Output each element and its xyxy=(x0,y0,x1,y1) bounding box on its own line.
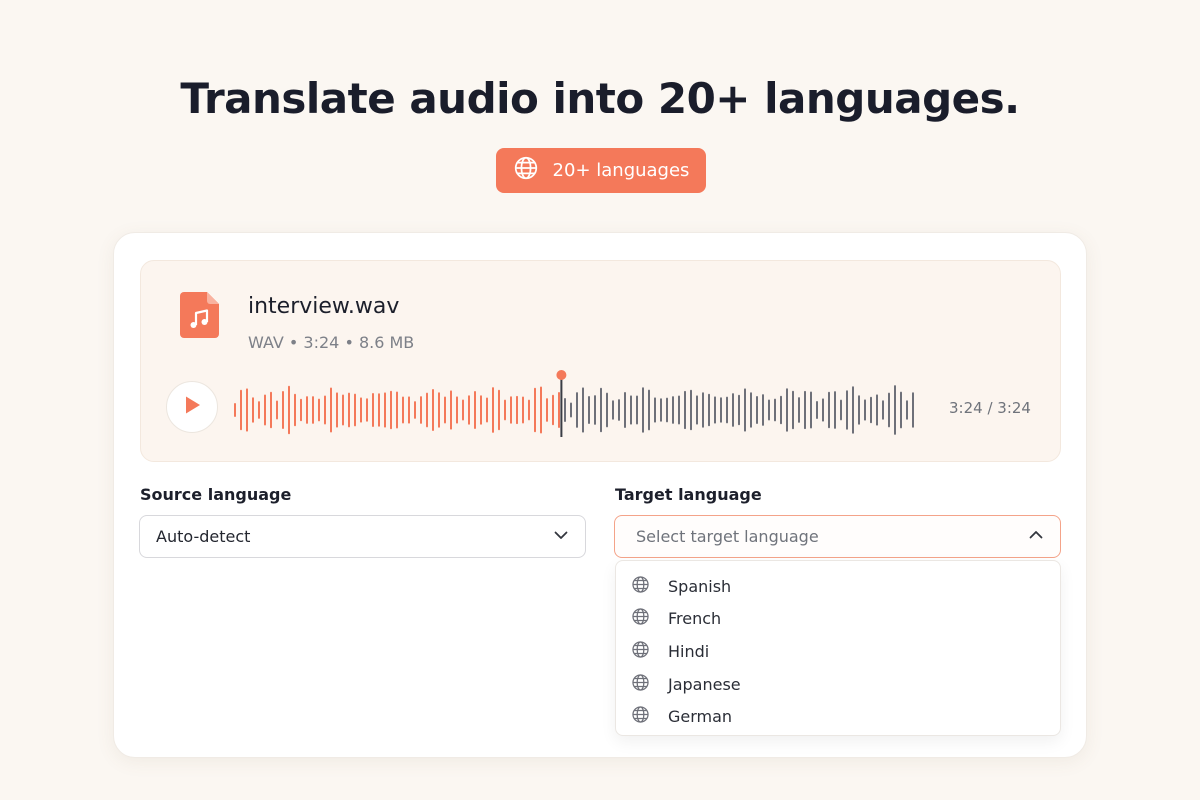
file-name: interview.wav xyxy=(248,294,400,319)
target-language-dropdown: Spanish French Hindi Japanese German xyxy=(615,560,1061,736)
target-language-select[interactable]: Select target language xyxy=(614,515,1061,558)
language-option-label: French xyxy=(668,609,722,629)
source-language-label: Source language xyxy=(140,485,292,504)
language-option-label: Hindi xyxy=(668,641,710,661)
badge-label: 20+ languages xyxy=(552,160,690,181)
play-button[interactable] xyxy=(166,381,218,433)
globe-icon xyxy=(631,607,650,630)
music-file-icon xyxy=(180,292,219,338)
target-language-placeholder: Select target language xyxy=(636,527,819,546)
language-option-japanese[interactable]: Japanese xyxy=(616,668,1060,701)
source-language-value: Auto-detect xyxy=(156,527,251,546)
languages-badge: 20+ languages xyxy=(496,148,706,193)
globe-icon xyxy=(631,575,650,598)
waveform-scrubber[interactable] xyxy=(233,367,933,437)
page-title: Translate audio into 20+ languages. xyxy=(180,74,1020,123)
language-option-spanish[interactable]: Spanish xyxy=(616,570,1060,603)
language-option-label: Spanish xyxy=(668,576,732,596)
audio-file-panel: interview.wav WAV • 3:24 • 8.6 MB 3:24 /… xyxy=(140,260,1061,462)
globe-icon xyxy=(631,640,650,663)
target-language-label: Target language xyxy=(615,485,762,504)
language-option-german[interactable]: German xyxy=(616,700,1060,733)
globe-icon xyxy=(513,155,539,186)
language-option-label: Japanese xyxy=(668,674,741,694)
source-language-select[interactable]: Auto-detect xyxy=(139,515,586,558)
chevron-down-icon xyxy=(553,527,569,547)
language-option-label: German xyxy=(668,707,733,727)
file-meta: WAV • 3:24 • 8.6 MB xyxy=(248,333,415,352)
play-icon xyxy=(182,395,202,419)
globe-icon xyxy=(631,705,650,728)
language-option-hindi[interactable]: Hindi xyxy=(616,635,1060,668)
time-readout: 3:24 / 3:24 xyxy=(949,399,1031,417)
playhead-handle[interactable] xyxy=(556,370,567,380)
chevron-up-icon xyxy=(1028,527,1044,547)
language-option-french[interactable]: French xyxy=(616,603,1060,636)
translation-card: interview.wav WAV • 3:24 • 8.6 MB 3:24 /… xyxy=(113,232,1087,758)
globe-icon xyxy=(631,673,650,696)
